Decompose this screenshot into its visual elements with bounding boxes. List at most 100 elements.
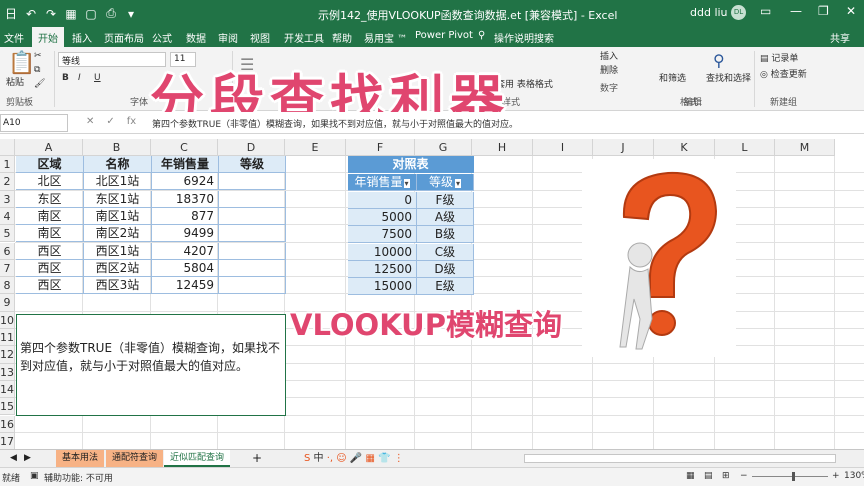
avatar[interactable]: DL [731, 5, 746, 20]
table-cell[interactable]: 877 [152, 207, 219, 225]
row-header-12[interactable]: 12 [0, 346, 15, 364]
restore-button[interactable]: ❐ [818, 4, 829, 18]
lookup-cell[interactable]: 10000 [348, 243, 417, 261]
name-box[interactable]: A10 [0, 114, 68, 132]
header-name[interactable]: 名称 [84, 156, 152, 173]
paste-icon[interactable]: 📋 [8, 51, 35, 76]
column-header-l[interactable]: L [715, 139, 775, 156]
page-break-view-icon[interactable]: ⊞ [722, 471, 730, 481]
row-header-17[interactable]: 17 [0, 432, 15, 449]
lookup-header-grade[interactable]: 等级 ▾ [417, 174, 474, 191]
lookup-cell[interactable]: C级 [417, 243, 474, 261]
filter-dropdown-icon[interactable]: ▾ [403, 179, 410, 188]
row-header-1[interactable]: 1 [0, 156, 15, 174]
table-cell[interactable]: 9499 [152, 225, 219, 243]
lookup-cell[interactable]: B级 [417, 226, 474, 244]
tab-easyuse[interactable]: 易用宝 ™ [364, 30, 407, 45]
table-cell[interactable]: 西区 [16, 242, 84, 260]
row-header-16[interactable]: 16 [0, 415, 15, 433]
normal-view-icon[interactable]: ▦ [686, 471, 695, 481]
sheet-tab-basic[interactable]: 基本用法 [56, 450, 105, 467]
row-header-14[interactable]: 14 [0, 380, 15, 399]
tab-page-layout[interactable]: 页面布局 [104, 30, 144, 45]
row-header-2[interactable]: 2 [0, 173, 15, 191]
row-header-5[interactable]: 5 [0, 225, 15, 243]
tab-home[interactable]: 开始 [32, 27, 64, 47]
new-file-icon[interactable]: ▢ [84, 7, 98, 21]
delete-cells-button[interactable]: 删除 [600, 63, 618, 76]
table-cell[interactable]: 西区3站 [84, 277, 152, 295]
lookup-cell[interactable]: E级 [417, 278, 474, 296]
select-all-corner[interactable] [0, 139, 15, 156]
question-mark-figure[interactable] [582, 159, 736, 357]
find-select-button[interactable]: 查找和选择 [706, 71, 751, 84]
table-cell[interactable]: 18370 [152, 190, 219, 208]
row-header-4[interactable]: 4 [0, 207, 15, 226]
table-cell[interactable]: 北区1站 [84, 173, 152, 191]
table-cell[interactable]: 12459 [152, 277, 219, 295]
lookup-cell[interactable]: 0 [348, 191, 417, 209]
column-header-k[interactable]: K [654, 139, 715, 156]
filter-dropdown-icon[interactable]: ▾ [455, 179, 462, 188]
page-layout-view-icon[interactable]: ▤ [704, 471, 713, 481]
lookup-cell[interactable]: A级 [417, 208, 474, 226]
column-header-j[interactable]: J [593, 139, 654, 156]
tab-power-pivot[interactable]: Power Pivot [415, 30, 473, 41]
minimize-button[interactable]: — [790, 4, 802, 18]
column-header-d[interactable]: D [218, 139, 285, 156]
column-header-i[interactable]: I [533, 139, 593, 156]
sheet-nav-next-icon[interactable]: ▶ [18, 450, 37, 467]
row-header-8[interactable]: 8 [0, 277, 15, 295]
lookup-cell[interactable]: 5000 [348, 208, 417, 226]
confirm-icon[interactable]: ✓ [106, 116, 114, 127]
save-icon[interactable]: 日 [4, 5, 18, 22]
table-cell[interactable] [219, 173, 286, 191]
customize-icon[interactable]: ▾ [124, 7, 138, 21]
zoom-slider-thumb[interactable] [792, 472, 795, 481]
zoom-out-button[interactable]: − [740, 471, 748, 481]
lookup-cell[interactable]: 15000 [348, 278, 417, 296]
row-header-7[interactable]: 7 [0, 259, 15, 278]
italic-button[interactable]: I [78, 73, 81, 83]
lookup-cell[interactable]: 12500 [348, 260, 417, 278]
table-cell[interactable] [219, 190, 286, 208]
header-sales[interactable]: 年销售量 [152, 156, 219, 173]
check-update-button[interactable]: ◎ 检查更新 [760, 67, 807, 80]
user-name[interactable]: ddd liu [690, 6, 728, 19]
table-cell[interactable]: 4207 [152, 242, 219, 260]
tab-formulas[interactable]: 公式 [152, 30, 172, 45]
column-header-g[interactable]: G [415, 139, 472, 156]
macro-icon[interactable]: ▣ [30, 471, 39, 481]
table-cell[interactable] [219, 207, 286, 225]
insert-function-icon[interactable]: fx [127, 116, 136, 127]
table-cell[interactable] [219, 242, 286, 260]
row-header-6[interactable]: 6 [0, 242, 15, 260]
cancel-icon[interactable]: ✕ [86, 116, 94, 127]
zoom-slider[interactable] [752, 476, 828, 477]
copy-icon[interactable]: ⧉ [34, 65, 40, 75]
tell-me-search[interactable]: 操作说明搜索 [494, 30, 554, 45]
table-icon[interactable]: ▦ [64, 7, 78, 21]
add-sheet-button[interactable]: + [246, 450, 268, 467]
table-cell[interactable]: 南区 [16, 207, 84, 225]
row-header-3[interactable]: 3 [0, 190, 15, 208]
sheet-tab-wildcard[interactable]: 通配符查询 [106, 450, 164, 467]
tab-file[interactable]: 文件 [4, 30, 24, 45]
row-header-10[interactable]: 10 [0, 311, 15, 329]
table-cell[interactable]: 6924 [152, 173, 219, 191]
table-cell[interactable] [219, 259, 286, 277]
spreadsheet-grid[interactable]: ABCDEFGHIJKLM 1 2 3 4 5 6 7 8 9 10 11 12 13 14 15 16 17 … [0, 139, 864, 449]
lookup-cell[interactable]: D级 [417, 260, 474, 278]
row-header-11[interactable]: 11 [0, 329, 15, 347]
column-header-c[interactable]: C [151, 139, 218, 156]
table-cell[interactable] [219, 277, 286, 295]
table-cell[interactable]: 5804 [152, 259, 219, 277]
bold-button[interactable]: B [62, 73, 69, 83]
format-painter-icon[interactable]: 🖌 [34, 79, 45, 89]
paste-button[interactable]: 粘贴 [6, 75, 24, 88]
row-header-13[interactable]: 13 [0, 363, 15, 381]
column-header-b[interactable]: B [83, 139, 151, 156]
tab-developer[interactable]: 开发工具 [284, 30, 324, 45]
header-region[interactable]: 区域 [16, 156, 84, 173]
lookup-cell[interactable]: 7500 [348, 226, 417, 244]
